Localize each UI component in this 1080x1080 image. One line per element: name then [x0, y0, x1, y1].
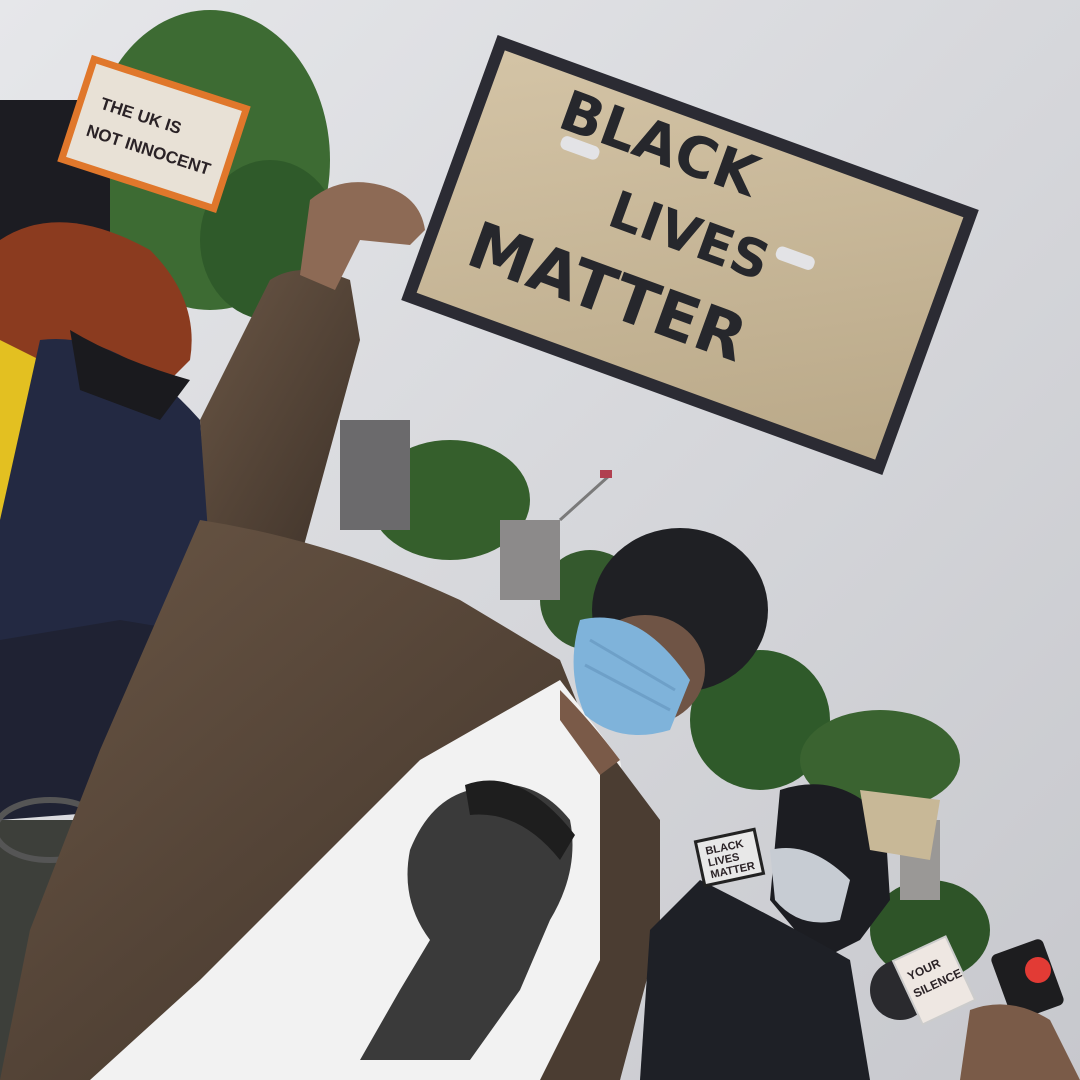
- distant-cardboard: [860, 790, 940, 860]
- photo-canvas: THE UK IS NOT INNOCENT BLACK LIVES MATTE…: [0, 0, 1080, 1080]
- protest-photo: THE UK IS NOT INNOCENT BLACK LIVES MATTE…: [0, 0, 1080, 1080]
